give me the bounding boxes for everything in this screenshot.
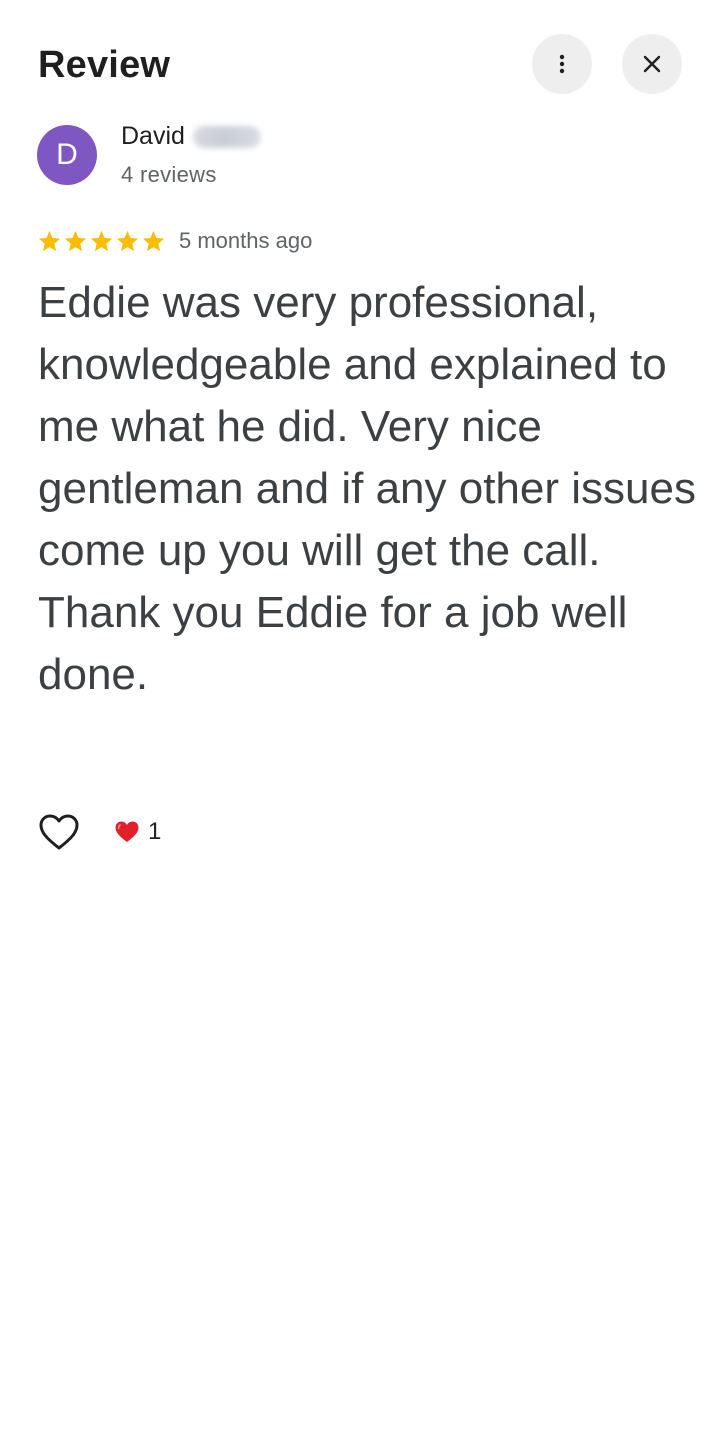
close-button[interactable] xyxy=(622,34,682,94)
review-age: 5 months ago xyxy=(179,228,313,253)
like-button[interactable] xyxy=(38,813,80,853)
avatar-initial: D xyxy=(56,138,78,171)
star-icon xyxy=(64,230,87,251)
more-vert-icon xyxy=(559,54,565,74)
author-name-row[interactable]: David xyxy=(121,122,261,151)
author-surname-redacted xyxy=(192,125,261,148)
review-sheet: Review D David 4 reviews 5 months ago Ed… xyxy=(0,0,720,1436)
avatar[interactable]: D xyxy=(37,125,97,185)
page-title: Review xyxy=(38,44,171,86)
review-text: Eddie was very professional, knowledgeab… xyxy=(38,278,696,699)
heart-reaction-count: 1 xyxy=(148,818,162,845)
heart-outline-icon xyxy=(39,814,79,850)
star-icon xyxy=(90,230,113,251)
star-rating xyxy=(37,229,167,254)
red-heart-icon xyxy=(115,821,139,842)
star-icon xyxy=(116,230,139,251)
close-icon xyxy=(643,55,661,73)
star-icon xyxy=(142,230,165,251)
author-name: David xyxy=(121,122,185,150)
heart-reaction[interactable]: 1 xyxy=(114,818,161,846)
rating-row: 5 months ago xyxy=(37,228,312,254)
more-options-button[interactable] xyxy=(532,34,592,94)
author-review-count: 4 reviews xyxy=(121,162,217,187)
star-icon xyxy=(38,230,61,251)
